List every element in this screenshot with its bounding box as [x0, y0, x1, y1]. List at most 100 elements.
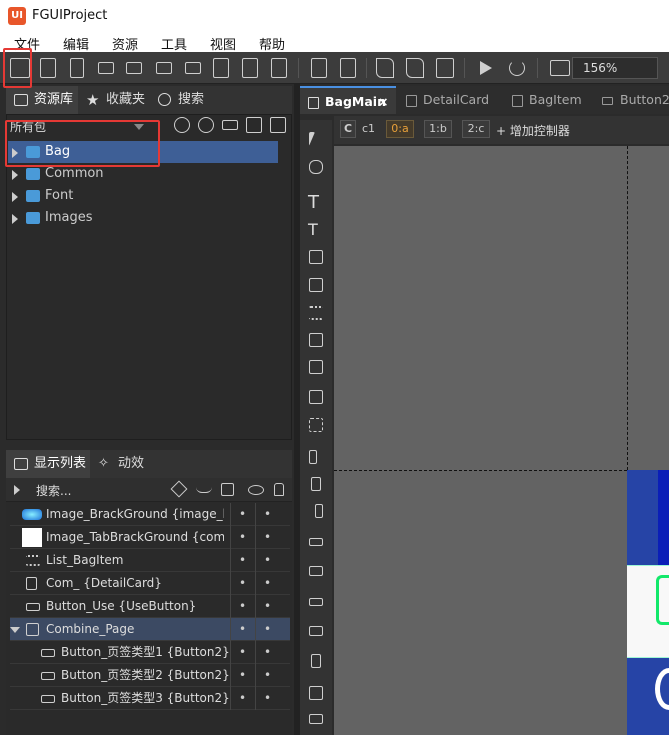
- tab-library[interactable]: 资源库: [6, 86, 78, 114]
- align-center-icon[interactable]: [311, 477, 321, 491]
- text-icon[interactable]: T: [308, 192, 319, 213]
- expand-arrow-icon[interactable]: [12, 214, 18, 224]
- display-list-row[interactable]: Com_ {DetailCard} • •: [10, 572, 290, 595]
- display-list-row[interactable]: Combine_Page • •: [10, 618, 290, 641]
- publish-all-icon[interactable]: [406, 58, 424, 78]
- align-left-icon[interactable]: [309, 450, 317, 464]
- cursor-icon[interactable]: [309, 132, 315, 146]
- lock-toggle[interactable]: •: [255, 549, 279, 572]
- visible-toggle[interactable]: •: [230, 503, 254, 526]
- tab-search[interactable]: 搜索: [152, 86, 222, 114]
- expand-arrow-icon[interactable]: [12, 192, 18, 202]
- editor-canvas[interactable]: [334, 146, 669, 735]
- tab-favorites[interactable]: ★ 收藏夹: [80, 86, 150, 114]
- display-list-row[interactable]: Button_Use {UseButton} • •: [10, 595, 290, 618]
- transform-icon[interactable]: [309, 418, 323, 432]
- expand-arrow-icon[interactable]: [12, 170, 18, 180]
- controller-page-1[interactable]: 1:b: [424, 120, 452, 138]
- visible-toggle[interactable]: •: [230, 526, 254, 549]
- publish-settings-icon[interactable]: [436, 58, 454, 78]
- expand-arrow-icon[interactable]: [14, 485, 20, 495]
- save-all-icon[interactable]: [340, 58, 356, 78]
- slider-icon[interactable]: [185, 62, 201, 74]
- align-middle-icon[interactable]: [309, 566, 323, 576]
- list-icon[interactable]: [309, 306, 323, 320]
- distribute-v-icon[interactable]: [311, 654, 321, 668]
- duplicate-icon[interactable]: [270, 117, 286, 133]
- eye-icon[interactable]: [248, 485, 264, 495]
- display-list-row[interactable]: Button_页签类型1 {Button2} • •: [10, 641, 290, 664]
- controller-page-0[interactable]: 0:a: [386, 120, 414, 138]
- visible-toggle[interactable]: •: [230, 687, 254, 710]
- bookmark-icon[interactable]: [70, 58, 84, 78]
- tab-bagitem[interactable]: BagItem: [504, 86, 592, 114]
- visible-toggle[interactable]: •: [230, 664, 254, 687]
- tab-button2[interactable]: Button2: [596, 86, 669, 114]
- distribute-h-icon[interactable]: [309, 626, 323, 636]
- controller-name[interactable]: c1: [362, 122, 375, 135]
- loader3d-icon[interactable]: [309, 360, 323, 374]
- zoom-select[interactable]: 156%: [572, 57, 658, 79]
- lock-toggle[interactable]: •: [255, 572, 279, 595]
- play-icon[interactable]: [480, 61, 492, 75]
- movieclip-icon[interactable]: [242, 58, 258, 78]
- align-bottom-icon[interactable]: [309, 598, 323, 606]
- import-icon[interactable]: [271, 58, 287, 78]
- display-list-row[interactable]: Button_页签类型3 {Button2} • •: [10, 687, 290, 710]
- lock-toggle[interactable]: •: [255, 664, 279, 687]
- edit-icon[interactable]: [170, 480, 188, 498]
- monitor-icon[interactable]: [550, 60, 570, 76]
- tab-bagmain[interactable]: BagMain ×: [300, 86, 396, 114]
- display-list-search-input[interactable]: 搜索...: [36, 482, 71, 499]
- tab-display-list[interactable]: 显示列表: [6, 450, 90, 478]
- hide-icon[interactable]: [196, 487, 212, 493]
- locate-icon[interactable]: [198, 117, 214, 133]
- display-list-row[interactable]: Image_TabBrackGround {comm • •: [10, 526, 290, 549]
- menu-view[interactable]: 视图: [210, 34, 236, 53]
- duplicate-icon[interactable]: [221, 483, 234, 496]
- combo-icon[interactable]: [126, 62, 142, 74]
- save-icon[interactable]: [311, 58, 327, 78]
- controller-page-2[interactable]: 2:c: [462, 120, 490, 138]
- collapse-arrow-icon[interactable]: [10, 627, 20, 633]
- visible-toggle[interactable]: •: [230, 618, 254, 641]
- close-icon[interactable]: ×: [378, 88, 388, 116]
- new-file-icon[interactable]: [40, 58, 56, 78]
- visible-toggle[interactable]: •: [230, 572, 254, 595]
- menu-tools[interactable]: 工具: [161, 34, 187, 53]
- lock-toggle[interactable]: •: [255, 687, 279, 710]
- tab-detailcard[interactable]: DetailCard: [398, 86, 498, 114]
- same-width-icon[interactable]: [309, 714, 323, 724]
- button-icon[interactable]: [98, 62, 114, 74]
- tab-transitions[interactable]: ✧ 动效: [92, 450, 152, 478]
- tree-item-font[interactable]: Font: [8, 185, 278, 207]
- refresh-icon[interactable]: [509, 60, 525, 76]
- visible-toggle[interactable]: •: [230, 641, 254, 664]
- hand-icon[interactable]: [309, 160, 323, 174]
- visible-toggle[interactable]: •: [230, 595, 254, 618]
- add-controller-button[interactable]: + 增加控制器: [496, 122, 570, 139]
- align-right-icon[interactable]: [315, 504, 323, 518]
- graph-icon[interactable]: [309, 333, 323, 347]
- tree-item-images[interactable]: Images: [8, 207, 278, 229]
- font-icon[interactable]: [213, 58, 229, 78]
- display-list-row[interactable]: Button_页签类型2 {Button2} • •: [10, 664, 290, 687]
- menu-help[interactable]: 帮助: [259, 34, 285, 53]
- group-icon[interactable]: [309, 390, 323, 404]
- swap-icon[interactable]: [222, 120, 238, 130]
- lock-toggle[interactable]: •: [255, 618, 279, 641]
- rich-text-icon[interactable]: T: [308, 220, 318, 239]
- display-list-row[interactable]: Image_BrackGround {image_bg • •: [10, 503, 290, 526]
- menu-assets[interactable]: 资源: [112, 34, 138, 53]
- image-icon[interactable]: [309, 278, 323, 292]
- refresh-icon[interactable]: [174, 117, 190, 133]
- menu-edit[interactable]: 编辑: [63, 34, 89, 53]
- input-text-icon[interactable]: [309, 250, 323, 264]
- split-view-icon[interactable]: [246, 117, 262, 133]
- progress-icon[interactable]: [156, 62, 172, 74]
- publish-icon[interactable]: [376, 58, 394, 78]
- display-list-row[interactable]: List_BagItem • •: [10, 549, 290, 572]
- lock-toggle[interactable]: •: [255, 641, 279, 664]
- lock-toggle[interactable]: •: [255, 503, 279, 526]
- lock-toggle[interactable]: •: [255, 526, 279, 549]
